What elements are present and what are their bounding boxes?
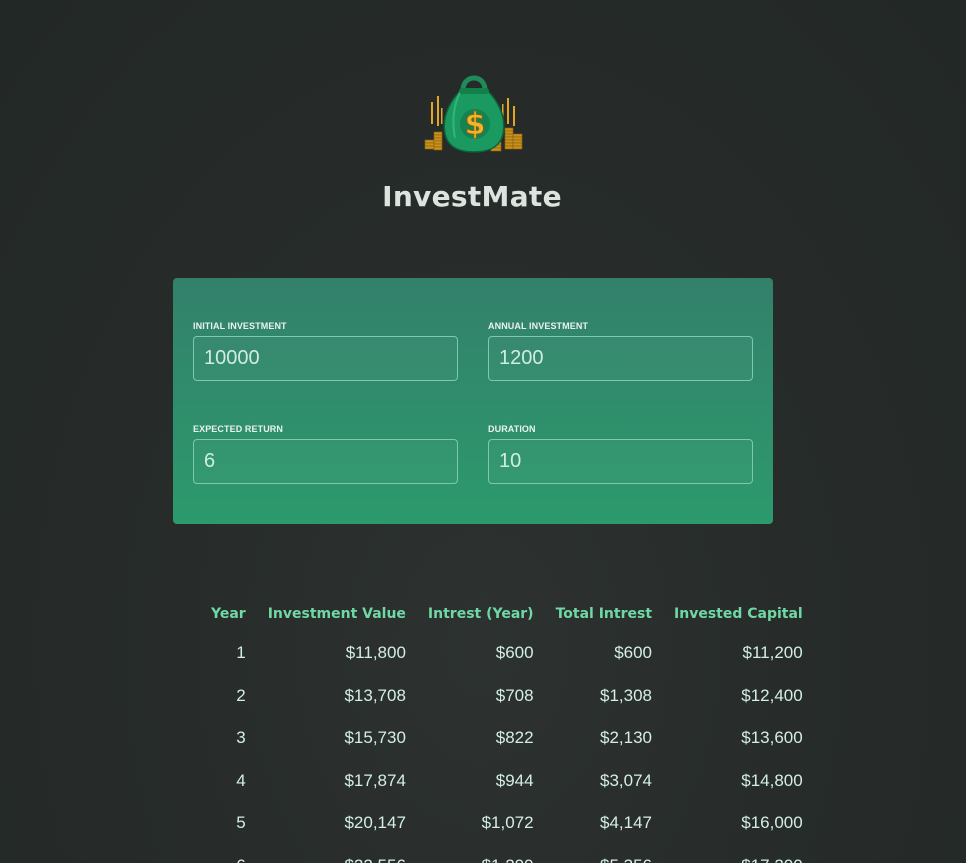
header-interest-year: Intrest (Year): [427, 606, 534, 622]
table-row: 6 $22,556 $1,209 $5,356 $17,200: [200, 845, 814, 863]
annual-investment-input[interactable]: [488, 336, 753, 381]
cell-investment-value: $17,874: [344, 770, 406, 790]
cell-invested-capital: $12,400: [741, 685, 803, 705]
cell-invested-capital: $11,200: [742, 643, 803, 663]
cell-invested-capital: $13,600: [741, 728, 803, 748]
expected-return-input[interactable]: [193, 439, 458, 484]
cell-investment-value: $13,708: [344, 685, 406, 705]
table-row: 4 $17,874 $944 $3,074 $14,800: [200, 760, 814, 803]
app-title: InvestMate: [382, 180, 562, 213]
money-bag-logo-icon: $: [423, 68, 525, 154]
cell-total-interest: $2,130: [600, 728, 653, 748]
table-row: 5 $20,147 $1,072 $4,147 $16,000: [200, 802, 814, 845]
svg-text:$: $: [465, 107, 486, 142]
cell-interest-year: $822: [495, 728, 534, 748]
annual-investment-label: Annual Investment: [488, 321, 589, 331]
cell-total-interest: $1,308: [600, 685, 653, 705]
expected-return-group: Expected Return: [193, 423, 458, 484]
cell-year: 5: [236, 813, 246, 833]
cell-interest-year: $1,209: [417, 845, 545, 863]
table-row: 3 $15,730 $822 $2,130 $13,600: [200, 717, 814, 760]
duration-group: Duration: [488, 423, 753, 484]
annual-investment-group: Annual Investment: [488, 320, 753, 381]
cell-total-interest: $600: [614, 643, 653, 663]
cell-interest-year: $708: [495, 685, 534, 705]
cell-investment-value: $20,147: [344, 813, 406, 833]
cell-investment-value: $15,730: [344, 728, 406, 748]
cell-investment-value: $22,556: [257, 845, 417, 863]
table-row: 2 $13,708 $708 $1,308 $12,400: [200, 675, 814, 718]
cell-invested-capital: $17,200: [663, 845, 814, 863]
header-invested-capital: Invested Capital: [674, 606, 803, 622]
cell-total-interest: $5,356: [545, 845, 663, 863]
cell-interest-year: $944: [495, 770, 534, 790]
cell-year: 6: [200, 845, 257, 863]
header-year: Year: [211, 606, 246, 622]
initial-investment-input[interactable]: [193, 336, 458, 381]
cell-total-interest: $3,074: [600, 770, 653, 790]
results-table: Year Investment Value Intrest (Year) Tot…: [200, 596, 814, 863]
initial-investment-group: Initial Investment: [193, 320, 458, 381]
investment-input-panel: Initial Investment Annual Investment Exp…: [173, 278, 773, 524]
cell-invested-capital: $16,000: [741, 813, 803, 833]
cell-year: 3: [236, 728, 246, 748]
cell-year: 4: [236, 770, 246, 790]
cell-year: 1: [236, 643, 246, 663]
cell-total-interest: $4,147: [600, 813, 653, 833]
expected-return-label: Expected Return: [193, 424, 284, 434]
cell-interest-year: $1,072: [481, 813, 534, 833]
cell-interest-year: $600: [495, 643, 534, 663]
duration-input[interactable]: [488, 439, 753, 484]
table-row: 1 $11,800 $600 $600 $11,200: [200, 632, 814, 675]
initial-investment-label: Initial Investment: [193, 321, 287, 331]
cell-invested-capital: $14,800: [741, 770, 803, 790]
results-header-row: Year Investment Value Intrest (Year) Tot…: [200, 596, 814, 632]
header-total-interest: Total Intrest: [555, 606, 653, 622]
cell-investment-value: $11,800: [345, 643, 406, 663]
cell-year: 2: [236, 685, 246, 705]
duration-label: Duration: [488, 424, 536, 434]
header-investment-value: Investment Value: [267, 606, 406, 622]
